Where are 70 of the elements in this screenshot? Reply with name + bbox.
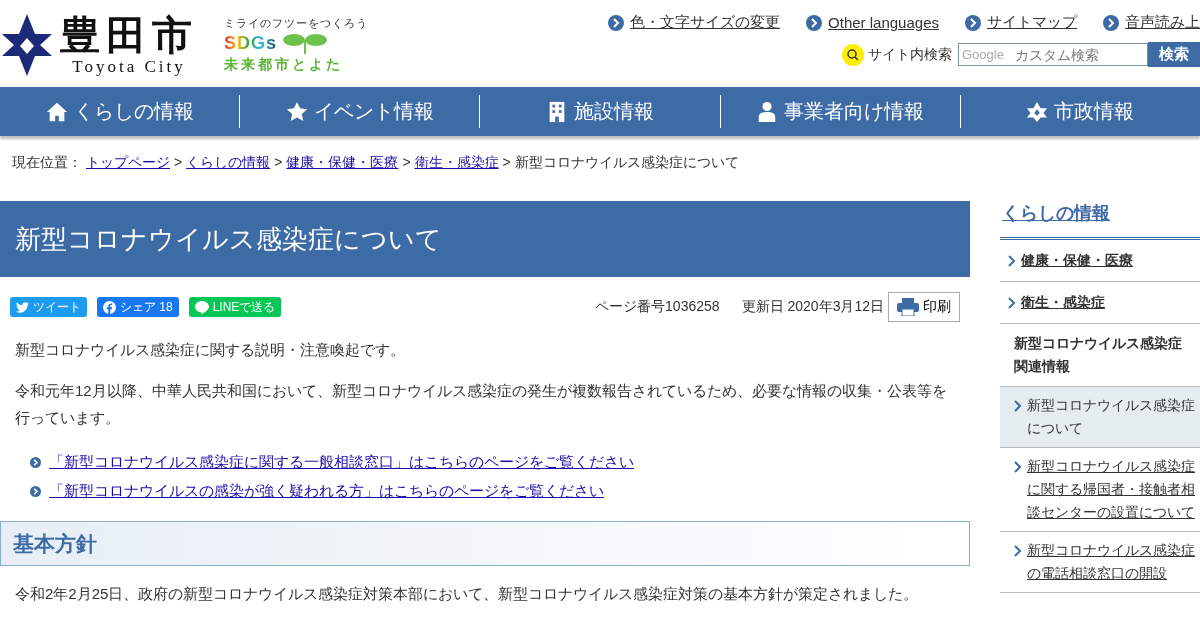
sidebar-item[interactable]: 新型コロナウイルス感染症に関する帰国者・接触者相談センターの設置について <box>1000 448 1200 532</box>
print-button[interactable]: 印刷 <box>888 292 960 322</box>
bullet-icon <box>30 486 41 497</box>
chevron-icon <box>608 14 625 31</box>
sidebar-item[interactable]: 新型コロナウイルス感染症の電話相談窓口の開設 <box>1000 532 1200 593</box>
chevron-icon <box>1014 461 1022 473</box>
facebook-icon <box>103 300 116 314</box>
chevron-icon <box>965 14 981 31</box>
search-brand-label: Google <box>962 47 1004 62</box>
sdgs-subtitle: 未来都市とよた <box>224 56 344 74</box>
chevron-icon <box>1008 255 1016 267</box>
sidebar-item[interactable]: 健康・保健・医療 <box>1000 240 1200 282</box>
section-heading: 基本方針 <box>0 521 970 566</box>
breadcrumb-link[interactable]: 健康・保健・医療 <box>286 154 399 172</box>
breadcrumb-separator: > <box>274 154 283 172</box>
chevron-icon <box>1103 14 1119 31</box>
sidebar-link[interactable]: 新型コロナウイルス感染症に関する帰国者・接触者相談センターの設置について <box>1027 455 1196 524</box>
sidebar-item[interactable]: 新型コロナウイルス感染症について <box>1000 387 1200 448</box>
breadcrumb-link[interactable]: 衛生・感染症 <box>414 154 499 172</box>
search-label: サイト内検索 <box>868 45 952 64</box>
paragraph: 新型コロナウイルス感染症に関する説明・注意喚起です。 <box>15 340 406 360</box>
updated-date: 更新日 2020年3月12日 <box>741 298 884 316</box>
chevron-icon <box>1008 297 1016 309</box>
nav-item[interactable]: イベント情報 <box>239 95 480 128</box>
breadcrumb-link[interactable]: くらしの情報 <box>186 154 271 172</box>
sidebar-link[interactable]: 健康・保健・医療 <box>1021 249 1133 272</box>
city-emblem-icon <box>2 14 52 76</box>
sidebar-title[interactable]: くらしの情報 <box>1000 201 1200 240</box>
utility-link[interactable]: サイトマップ <box>965 13 1077 32</box>
city-name-english: Toyota City <box>72 57 186 77</box>
star-icon <box>285 100 308 123</box>
utility-link[interactable]: Other languages <box>806 13 939 32</box>
breadcrumb-link[interactable]: トップページ <box>86 154 170 172</box>
sidebar-link[interactable]: 衛生・感染症 <box>1021 291 1105 314</box>
paragraph: 令和2年2月25日、政府の新型コロナウイルス感染症対策本部において、新型コロナウイルス感染症対策の基本方針が策定されました。 <box>15 584 920 604</box>
printer-icon <box>897 298 919 316</box>
nav-item[interactable]: くらしの情報 <box>0 95 240 128</box>
page-link[interactable]: 「新型コロナウイルスの感染が強く疑われる方」はこちらのページをご覧ください <box>49 482 604 501</box>
search-icon <box>842 43 864 66</box>
sprout-icon <box>283 33 328 54</box>
page-link[interactable]: 「新型コロナウイルス感染症に関する一般相談窓口」はこちらのページをご覧ください <box>49 453 634 472</box>
breadcrumb-current: 新型コロナウイルス感染症について <box>514 154 739 172</box>
utility-link[interactable]: 音声読み上 <box>1103 13 1200 32</box>
chevron-icon <box>1014 400 1022 412</box>
sidebar-link[interactable]: 新型コロナウイルス感染症について <box>1027 394 1196 440</box>
sidebar-link[interactable]: 新型コロナウイルス感染症の電話相談窓口の開設 <box>1027 539 1196 585</box>
sidebar-item[interactable]: 衛生・感染症 <box>1000 282 1200 324</box>
nav-item[interactable]: 施設情報 <box>479 95 720 128</box>
share-button[interactable]: シェア 18 <box>97 297 179 317</box>
search-button[interactable]: 検索 <box>1148 42 1200 67</box>
page-title: 新型コロナウイルス感染症について <box>0 201 970 277</box>
paragraph: 令和元年12月以降、中華人民共和国において、新型コロナウイルス感染症の発生が複数報告されているため、必要な情報の収集・公表等を行っています。 <box>15 381 948 428</box>
slogan: ミライのフツーをつくろう <box>224 16 368 31</box>
sidebar-heading: 新型コロナウイルス感染症関連情報 <box>1014 334 1183 376</box>
breadcrumb-separator: > <box>502 154 511 172</box>
nav-item[interactable]: 事業者向け情報 <box>719 95 960 128</box>
chevron-icon <box>1014 545 1022 557</box>
utility-link[interactable]: 色・文字サイズの変更 <box>608 13 781 32</box>
breadcrumb-label: 現在位置： <box>12 154 82 172</box>
bird-icon <box>16 301 29 313</box>
breadcrumb-separator: > <box>174 154 183 172</box>
bullet-icon <box>30 457 41 468</box>
page-number: ページ番号1036258 <box>595 298 720 316</box>
chat-bubble-icon <box>194 300 209 314</box>
chevron-icon <box>806 14 823 31</box>
city-name: 豊田市 <box>60 13 198 57</box>
house-icon <box>45 100 68 123</box>
emblem-icon <box>1026 100 1049 123</box>
nav-item[interactable]: 市政情報 <box>959 95 1200 128</box>
breadcrumb-separator: > <box>402 154 411 172</box>
